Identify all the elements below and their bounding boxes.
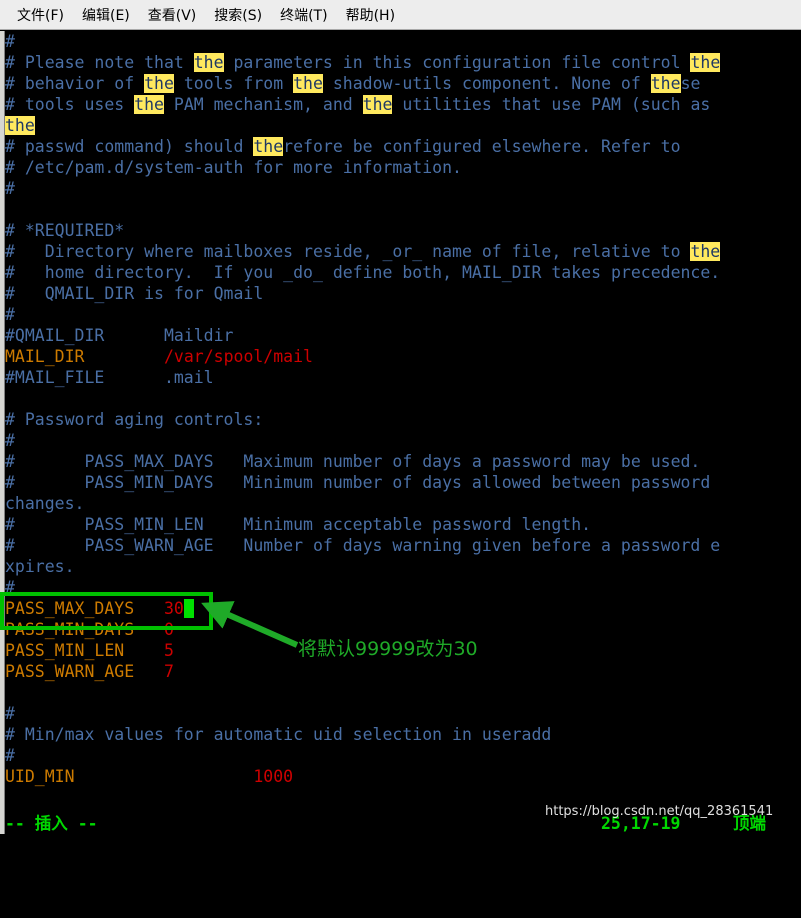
buffer-line: PASS_MAX_DAYS 30 [5,598,801,619]
buffer-line: # [5,305,15,324]
vim-buffer[interactable]: # # Please note that the parameters in th… [5,31,801,834]
buffer-line: # [5,179,15,198]
buffer-line: MAIL_DIR /var/spool/mail [5,347,313,366]
buffer-line: the [5,116,35,135]
buffer-line: # [5,746,15,765]
buffer-line: # tools uses the PAM mechanism, and the … [5,95,711,114]
menu-edit[interactable]: 编辑(E) [73,3,139,27]
buffer-line: # Min/max values for automatic uid selec… [5,725,552,744]
menu-file[interactable]: 文件(F) [8,3,73,27]
menu-help[interactable]: 帮助(H) [337,3,404,27]
buffer-line [5,682,801,703]
buffer-line: xpires. [5,557,75,576]
menu-view[interactable]: 查看(V) [139,3,206,27]
buffer-line [5,388,801,409]
buffer-line: # QMAIL_DIR is for Qmail [5,284,264,303]
buffer-line: # behavior of the tools from the shadow-… [5,74,701,93]
terminal-window: 文件(F) 编辑(E) 查看(V) 搜索(S) 终端(T) 帮助(H) # # P… [0,0,801,834]
buffer-line: # *REQUIRED* [5,221,125,240]
terminal-area[interactable]: # # Please note that the parameters in th… [0,31,801,834]
menu-bar: 文件(F) 编辑(E) 查看(V) 搜索(S) 终端(T) 帮助(H) [0,0,801,30]
buffer-line: PASS_WARN_AGE 7 [5,662,174,681]
buffer-line: # [5,32,15,51]
buffer-line: # PASS_WARN_AGE Number of days warning g… [5,536,721,555]
vim-mode-indicator: -- 插入 -- [5,814,98,833]
buffer-line: # [5,704,15,723]
buffer-line: # Directory where mailboxes reside, _or_… [5,242,721,261]
buffer-line: # Password aging controls: [5,410,264,429]
buffer-line: #QMAIL_DIR Maildir [5,326,234,345]
buffer-line: # PASS_MAX_DAYS Maximum number of days a… [5,452,701,471]
buffer-line: #MAIL_FILE .mail [5,368,214,387]
buffer-line: UID_MIN 1000 [5,767,294,786]
buffer-line: # passwd command) should therefore be co… [5,137,681,156]
menu-search[interactable]: 搜索(S) [205,3,271,27]
annotation-label: 将默认99999改为30 [298,638,478,660]
buffer-line: # /etc/pam.d/system-auth for more inform… [5,158,462,177]
text-cursor [183,599,194,618]
buffer-line: # home directory. If you _do_ define bot… [5,263,721,282]
buffer-line: changes. [5,494,85,513]
buffer-line: # [5,578,15,597]
buffer-line: # PASS_MIN_LEN Minimum acceptable passwo… [5,515,592,534]
buffer-line: # Please note that the parameters in thi… [5,53,721,72]
menu-terminal[interactable]: 终端(T) [271,3,336,27]
buffer-line: # [5,431,15,450]
buffer-line: # PASS_MIN_DAYS Minimum number of days a… [5,473,711,492]
buffer-line [5,199,801,220]
watermark-url: https://blog.csdn.net/qq_28361541 [545,804,774,819]
